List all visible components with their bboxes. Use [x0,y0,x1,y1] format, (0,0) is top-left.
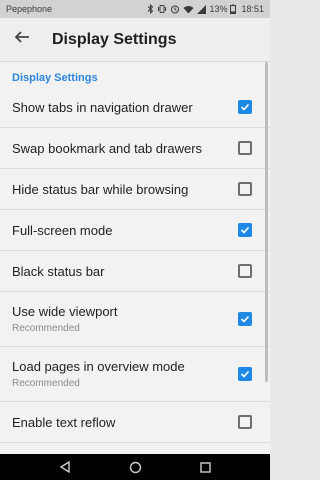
bluetooth-icon [147,4,154,14]
checkbox-text-reflow[interactable] [238,415,252,429]
pref-text: Full-screen mode [12,223,238,238]
settings-list[interactable]: Display Settings Show tabs in navigation… [0,62,270,454]
pref-hide-status-bar[interactable]: Hide status bar while browsing [0,169,270,210]
pref-text: Show tabs in navigation drawer [12,100,238,115]
home-circle-icon[interactable] [115,454,155,480]
check-icon [240,370,250,378]
pref-wide-viewport[interactable]: Use wide viewport Recommended [0,292,270,347]
checkbox-overview-mode[interactable] [238,367,252,381]
alarm-icon [170,4,180,14]
checkbox-show-tabs-in-drawer[interactable] [238,100,252,114]
checkbox-black-status-bar[interactable] [238,264,252,278]
pref-title: Swap bookmark and tab drawers [12,140,203,156]
back-triangle-icon[interactable] [45,454,85,480]
pref-full-screen-mode[interactable]: Full-screen mode [0,210,270,251]
checkbox-swap-drawers[interactable] [238,141,252,155]
status-icons: 13% 18:51 [147,4,264,14]
recents-square-icon[interactable] [185,454,225,480]
battery-icon [230,4,237,14]
vibrate-icon [157,4,167,14]
arrow-back-icon [14,29,30,50]
pref-summary: Recommended [12,378,80,389]
pref-title: Show tabs in navigation drawer [12,99,193,115]
pref-title: Full-screen mode [12,222,113,238]
clock: 18:51 [241,4,264,14]
app-bar: Display Settings [0,18,270,62]
pref-title: Black status bar [12,263,105,279]
pref-show-tabs-in-drawer[interactable]: Show tabs in navigation drawer [0,87,270,128]
check-icon [240,103,250,111]
check-icon [240,315,250,323]
checkbox-full-screen-mode[interactable] [238,223,252,237]
wifi-icon [183,5,194,14]
checkbox-wide-viewport[interactable] [238,312,252,326]
check-icon [240,226,250,234]
pref-text: Swap bookmark and tab drawers [12,141,238,156]
pref-text: Black status bar [12,264,238,279]
carrier-name: Pepephone [6,4,53,14]
section-header: Display Settings [12,72,98,84]
pref-black-status-bar[interactable]: Black status bar [0,251,270,292]
pref-summary: Recommended [12,323,80,334]
battery-percent: 13% [209,4,228,14]
system-nav-bar [0,454,270,480]
pref-title: Use wide viewport [12,304,118,319]
scrollbar[interactable] [265,62,268,382]
signal-icon [197,4,207,14]
pref-title: Hide status bar while browsing [12,181,189,197]
page-title: Display Settings [52,30,177,48]
pref-swap-drawers[interactable]: Swap bookmark and tab drawers [0,128,270,169]
pref-text-reflow[interactable]: Enable text reflow [0,402,270,443]
back-button[interactable] [0,18,44,62]
pref-text: Load pages in overview mode Recommended [12,359,238,389]
pref-text: Hide status bar while browsing [12,182,238,197]
pref-text: Use wide viewport Recommended [12,304,238,334]
pref-text: Enable text reflow [12,415,238,430]
checkbox-hide-status-bar[interactable] [238,182,252,196]
pref-title: Enable text reflow [12,414,116,430]
status-bar: Pepephone 13% 18:51 [0,0,270,18]
pref-overview-mode[interactable]: Load pages in overview mode Recommended [0,347,270,402]
pref-title: Load pages in overview mode [12,359,185,374]
